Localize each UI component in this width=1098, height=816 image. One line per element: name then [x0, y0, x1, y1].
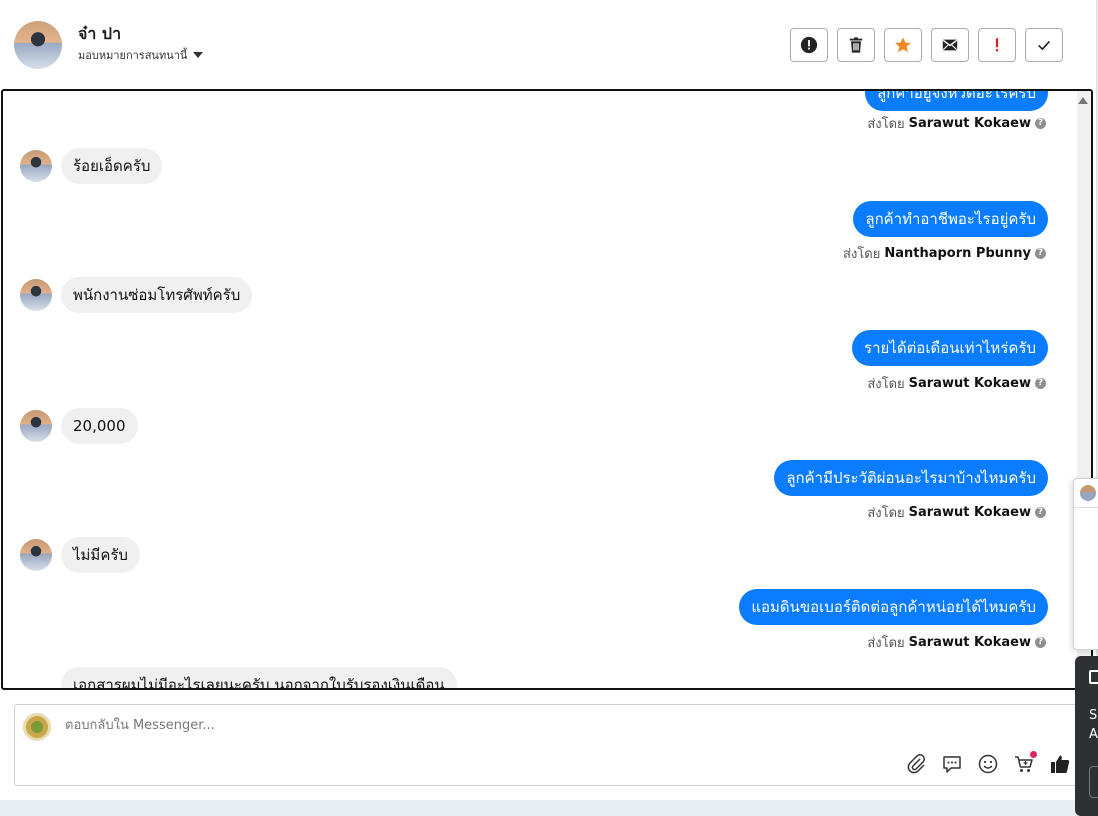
outgoing-message: ลูกค้ามีประวัติผ่อนอะไรมาบ้างไหมครับ: [774, 460, 1048, 496]
notification-dot: [1030, 751, 1037, 758]
conversation-header: จ๋า ปา มอบหมายการสนทนานี้: [0, 0, 1096, 88]
sender-name: Sarawut Kokaew: [908, 505, 1031, 520]
popup-text-2: A: [1089, 727, 1098, 742]
star-icon: [895, 37, 911, 53]
incoming-message: ร้อยเอ็ดครับ: [61, 148, 163, 184]
sent-by-prefix: ส่งโดย: [867, 636, 905, 651]
chat-head-popup[interactable]: [1073, 478, 1098, 650]
paperclip-icon: [907, 754, 925, 774]
sent-by-prefix: ส่งโดย: [867, 377, 905, 392]
divider: [1074, 507, 1098, 508]
help-icon[interactable]: ?: [1035, 248, 1046, 259]
follow-up-button[interactable]: [978, 28, 1016, 62]
contact-avatar-small: [20, 410, 52, 442]
shop-button[interactable]: [1013, 751, 1037, 775]
star-button[interactable]: [884, 28, 922, 62]
sent-by-label: ส่งโดย Sarawut Kokaew ?: [867, 502, 1046, 523]
help-icon[interactable]: ?: [1035, 118, 1046, 129]
thumbs-up-icon: [1051, 755, 1070, 773]
smiley-icon: [978, 754, 998, 774]
exclamation-icon: [995, 38, 999, 52]
conversation-panel: จ๋า ปา มอบหมายการสนทนานี้ ลูกค้าอยู่จังห…: [0, 0, 1097, 800]
incoming-message-row: พนักงานซ่อมโทรศัพท์ครับ: [20, 277, 253, 313]
notification-popup[interactable]: S A: [1075, 656, 1098, 816]
incoming-message: 20,000: [61, 408, 138, 444]
outgoing-message: ลูกค้าอยู่จังหวัดอะไรครับ: [865, 91, 1048, 111]
check-icon: [1038, 40, 1051, 51]
alert-circle-icon: [800, 36, 818, 54]
assign-label: มอบหมายการสนทนานี้: [78, 49, 188, 62]
message-thread[interactable]: ลูกค้าอยู่จังหวัดอะไรครับ ส่งโดย Sarawut…: [1, 89, 1093, 690]
contact-avatar[interactable]: [14, 21, 62, 69]
spam-button[interactable]: [790, 28, 828, 62]
help-icon[interactable]: ?: [1035, 378, 1046, 389]
contact-avatar-mini: [1080, 485, 1096, 501]
outgoing-message: แอมดินขอเบอร์ติดต่อลูกค้าหน่อยได้ไหมครับ: [739, 589, 1048, 625]
assign-conversation-dropdown[interactable]: มอบหมายการสนทนานี้: [78, 46, 204, 64]
help-icon[interactable]: ?: [1035, 507, 1046, 518]
incoming-message-row: 20,000: [20, 408, 138, 444]
action-toolbar: [790, 28, 1063, 62]
contact-name[interactable]: จ๋า ปา: [78, 22, 121, 47]
sender-name: Sarawut Kokaew: [908, 376, 1031, 391]
sender-name: Nanthaporn Pbunny: [884, 246, 1031, 261]
sent-by-label: ส่งโดย Sarawut Kokaew ?: [867, 113, 1046, 134]
sent-by-label: ส่งโดย Sarawut Kokaew ?: [867, 373, 1046, 394]
mark-unread-button[interactable]: [931, 28, 969, 62]
envelope-icon: [942, 39, 958, 51]
sender-name: Sarawut Kokaew: [908, 116, 1031, 131]
outgoing-message: ลูกค้าทำอาชีพอะไรอยู่ครับ: [853, 201, 1048, 237]
incoming-message: พนักงานซ่อมโทรศัพท์ครับ: [61, 277, 253, 313]
incoming-message-row: ร้อยเอ็ดครับ: [20, 148, 163, 184]
incoming-message-row: ไม่มีครับ: [20, 537, 140, 573]
delete-button[interactable]: [837, 28, 875, 62]
chat-bubble-icon: [943, 756, 961, 773]
emoji-button[interactable]: [977, 753, 999, 775]
sent-by-prefix: ส่งโดย: [843, 247, 881, 262]
done-button[interactable]: [1025, 28, 1063, 62]
attach-button[interactable]: [905, 753, 927, 775]
caret-down-icon: [193, 52, 204, 58]
sent-by-prefix: ส่งโดย: [867, 117, 905, 132]
composer-tools: [905, 751, 1071, 775]
like-button[interactable]: [1049, 753, 1071, 775]
popup-text-1: S: [1089, 708, 1098, 723]
sender-name: Sarawut Kokaew: [908, 635, 1031, 650]
contact-avatar-small: [20, 150, 52, 182]
help-icon[interactable]: ?: [1035, 637, 1046, 648]
contact-avatar-small: [20, 539, 52, 571]
incoming-message: ไม่มีครับ: [61, 537, 140, 573]
sent-by-prefix: ส่งโดย: [867, 506, 905, 521]
reply-composer: [14, 704, 1084, 786]
saved-replies-button[interactable]: [941, 753, 963, 775]
sent-by-label: ส่งโดย Sarawut Kokaew ?: [867, 632, 1046, 653]
calendar-icon: [1089, 670, 1098, 684]
outgoing-message: รายได้ต่อเดือนเท่าไหร่ครับ: [852, 330, 1048, 366]
sent-by-label: ส่งโดย Nanthaporn Pbunny ?: [843, 243, 1046, 264]
scroll-up-arrow-icon[interactable]: [1078, 97, 1088, 104]
reply-input[interactable]: [63, 717, 867, 734]
popup-button[interactable]: [1089, 766, 1098, 798]
trash-icon: [849, 37, 863, 53]
contact-avatar-small: [20, 279, 52, 311]
incoming-message-row: เอกสารผมไม่มีอะไรเลยนะครับ นอกจากใบรับรอ…: [20, 667, 457, 688]
incoming-message: เอกสารผมไม่มีอะไรเลยนะครับ นอกจากใบรับรอ…: [61, 667, 457, 688]
page-avatar: [23, 713, 51, 741]
